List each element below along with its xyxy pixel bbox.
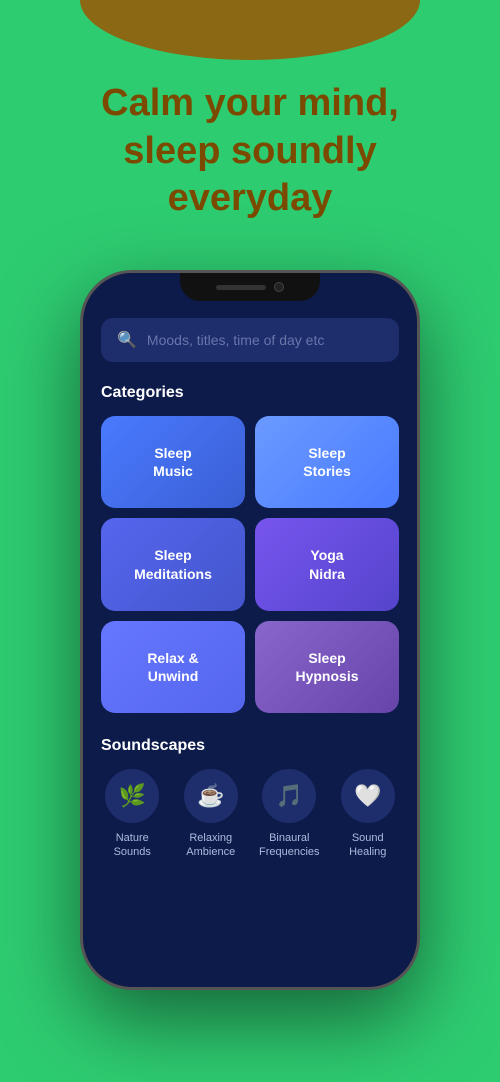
category-yoga-nidra[interactable]: YogaNidra (255, 518, 399, 610)
nature-sounds-icon: 🌿 (105, 769, 159, 823)
relaxing-ambience-icon: ☕ (184, 769, 238, 823)
phone-screen: 🔍 Moods, titles, time of day etc Categor… (83, 273, 417, 987)
soundscapes-row: 🌿 NatureSounds ☕ RelaxingAmbience 🎵 Bina… (101, 769, 399, 860)
sound-healing-label: SoundHealing (349, 831, 386, 860)
categories-grid: SleepMusic SleepStories SleepMeditations… (101, 416, 399, 713)
search-bar[interactable]: 🔍 Moods, titles, time of day etc (101, 318, 399, 362)
speaker (216, 285, 266, 290)
category-relax-unwind[interactable]: Relax &Unwind (101, 621, 245, 713)
binaural-label: BinauralFrequencies (259, 831, 320, 860)
soundscape-binaural[interactable]: 🎵 BinauralFrequencies (258, 769, 321, 860)
soundscapes-section-title: Soundscapes (101, 737, 399, 755)
sound-healing-icon: 🤍 (341, 769, 395, 823)
hero-section: Calm your mind, sleep soundly everyday (0, 80, 500, 223)
phone-notch (180, 273, 320, 301)
search-icon: 🔍 (117, 330, 137, 350)
hero-title: Calm your mind, sleep soundly everyday (40, 80, 460, 223)
soundscape-sound-healing[interactable]: 🤍 SoundHealing (337, 769, 400, 860)
category-sleep-meditations[interactable]: SleepMeditations (101, 518, 245, 610)
search-placeholder: Moods, titles, time of day etc (147, 332, 324, 348)
category-sleep-hypnosis[interactable]: SleepHypnosis (255, 621, 399, 713)
category-sleep-stories[interactable]: SleepStories (255, 416, 399, 508)
categories-section-title: Categories (101, 384, 399, 402)
phone-frame: 🔍 Moods, titles, time of day etc Categor… (80, 270, 420, 990)
binaural-icon: 🎵 (262, 769, 316, 823)
soundscape-nature-sounds[interactable]: 🌿 NatureSounds (101, 769, 164, 860)
soundscape-relaxing-ambience[interactable]: ☕ RelaxingAmbience (180, 769, 243, 860)
category-sleep-music[interactable]: SleepMusic (101, 416, 245, 508)
front-camera (274, 282, 284, 292)
nature-sounds-label: NatureSounds (114, 831, 151, 860)
phone-mockup: 🔍 Moods, titles, time of day etc Categor… (80, 270, 420, 990)
relaxing-ambience-label: RelaxingAmbience (186, 831, 235, 860)
screen-content: 🔍 Moods, titles, time of day etc Categor… (83, 273, 417, 987)
